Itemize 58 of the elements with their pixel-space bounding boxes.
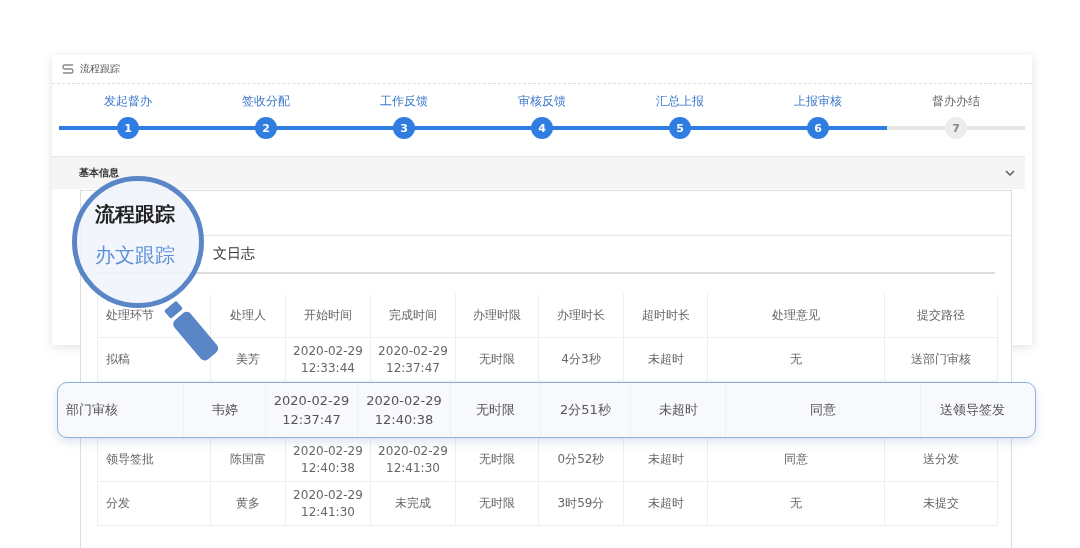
tab[interactable]: 文日志 [213,245,255,263]
column-header: 处理意见 [708,294,885,338]
magnified-heading: 流程跟踪 [95,201,175,228]
column-header: 超时时长 [624,294,708,338]
table-cell: 2分51秒 [541,383,631,437]
step-label: 督办办结 [932,94,980,110]
column-header: 提交路径 [885,294,998,338]
table-cell: 无时限 [456,482,539,526]
table-cell: 韦婷 [184,383,266,437]
table-cell: 未超时 [624,482,708,526]
column-header: 办理时长 [539,294,624,338]
step-number: 1 [117,117,139,139]
panel-title: 流程跟踪 [80,62,120,76]
section-header[interactable]: 基本信息 [52,156,1025,189]
table-cell: 无 [708,482,885,526]
step-number: 3 [393,117,415,139]
step-label: 工作反馈 [380,94,428,110]
step-number: 4 [531,117,553,139]
table-cell-text: 2020-02-29 12:37:47 [377,342,449,377]
column-header: 开始时间 [286,294,371,338]
table-cell: 同意 [708,438,885,482]
table-cell-text: 2020-02-29 12:33:44 [292,342,364,377]
table-cell: 领导签批 [98,438,211,482]
table-cell: 分发 [98,482,211,526]
table-cell-text: 2020-02-29 12:41:30 [377,442,449,477]
table-cell: 未超时 [624,438,708,482]
table-cell-text: 2020-02-29 12:40:38 [365,392,443,429]
column-header: 处理人 [211,294,286,338]
step-label: 审核反馈 [518,94,566,110]
table-cell: 黄多 [211,482,286,526]
table-cell: 无时限 [451,383,541,437]
table-cell: 未超时 [631,383,726,437]
table-cell-text: 2020-02-29 12:40:38 [292,442,364,477]
table-cell: 部门审核 [58,383,184,437]
column-header: 完成时间 [371,294,456,338]
table-cell: 未提交 [885,482,998,526]
step-label: 签收分配 [242,94,290,110]
table-cell: 陈国富 [211,438,286,482]
step-number: 2 [255,117,277,139]
flow-icon [62,64,74,74]
column-header: 办理时限 [456,294,539,338]
table-cell-text: 2020-02-29 12:37:47 [272,392,351,429]
table-cell-text: 2020-02-29 12:41:30 [292,486,364,521]
table-cell: 无时限 [456,438,539,482]
step-label: 上报审核 [794,94,842,110]
step-number: 5 [669,117,691,139]
chevron-down-icon [1005,170,1015,176]
table-cell: 3时59分 [539,482,624,526]
table-cell: 同意 [726,383,921,437]
table-cell-text: 送领导签发 [938,401,1006,419]
step-label: 汇总上报 [656,94,704,110]
step-label: 发起督办 [104,94,152,110]
table-cell: 0分52秒 [539,438,624,482]
magnified-tab-label: 办文跟踪 [95,242,175,269]
table-cell-text: 未完成 [394,495,432,512]
step-number: 7 [945,117,967,139]
step-number: 6 [807,117,829,139]
table-cell: 送分发 [885,438,998,482]
